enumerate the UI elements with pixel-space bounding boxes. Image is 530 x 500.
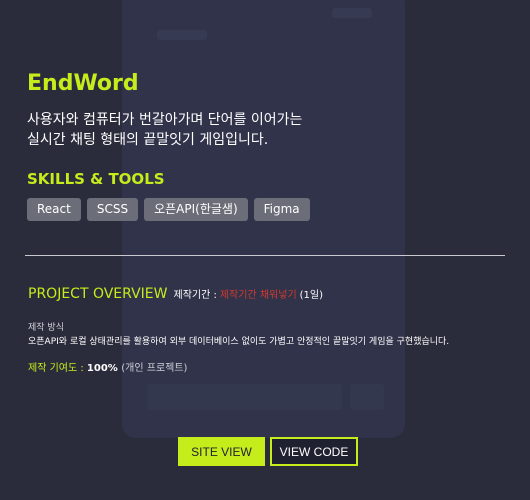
site-view-button[interactable]: SITE VIEW bbox=[178, 437, 265, 466]
overview-heading: PROJECT OVERVIEW bbox=[28, 286, 168, 302]
contribution-value: 100% bbox=[86, 363, 122, 374]
skill-tag: Figma bbox=[253, 198, 310, 221]
period-value: 제작기간 채워넣기 bbox=[219, 290, 297, 301]
skills-heading: SKILLS & TOOLS bbox=[27, 170, 165, 188]
period-days: (1일) bbox=[299, 290, 324, 301]
project-description: 사용자와 컴퓨터가 번갈아가며 단어를 이어가는 실시간 채팅 형태의 끝말잇기… bbox=[27, 110, 497, 150]
skill-tag: 오픈API(한글샘) bbox=[144, 198, 248, 221]
skill-tag: React bbox=[27, 198, 81, 221]
period-label: 제작기간 : bbox=[173, 290, 217, 301]
view-code-button[interactable]: VIEW CODE bbox=[270, 437, 358, 466]
project-title: EndWord bbox=[27, 71, 139, 96]
description-line: 사용자와 컴퓨터가 번갈아가며 단어를 이어가는 bbox=[27, 112, 303, 128]
overview-header: PROJECT OVERVIEW 제작기간 : 제작기간 채워넣기 (1일) bbox=[28, 286, 323, 302]
project-detail-overlay: EndWord 사용자와 컴퓨터가 번갈아가며 단어를 이어가는 실시간 채팅 … bbox=[0, 0, 530, 500]
contribution-note: (개인 프로젝트) bbox=[121, 363, 188, 374]
contribution-row: 제작 기여도 : 100% (개인 프로젝트) bbox=[28, 359, 187, 374]
skills-tag-list: React SCSS 오픈API(한글샘) Figma bbox=[27, 198, 310, 221]
section-divider bbox=[25, 255, 505, 256]
method-text: 오픈API와 로컬 상태관리를 활용하여 외부 데이터베이스 없이도 가볍고 안… bbox=[28, 337, 450, 347]
method-label: 제작 방식 bbox=[28, 323, 64, 333]
description-line: 실시간 채팅 형태의 끝말잇기 게임입니다. bbox=[27, 132, 269, 148]
contribution-label: 제작 기여도 : bbox=[28, 363, 87, 374]
skill-tag: SCSS bbox=[86, 198, 139, 221]
